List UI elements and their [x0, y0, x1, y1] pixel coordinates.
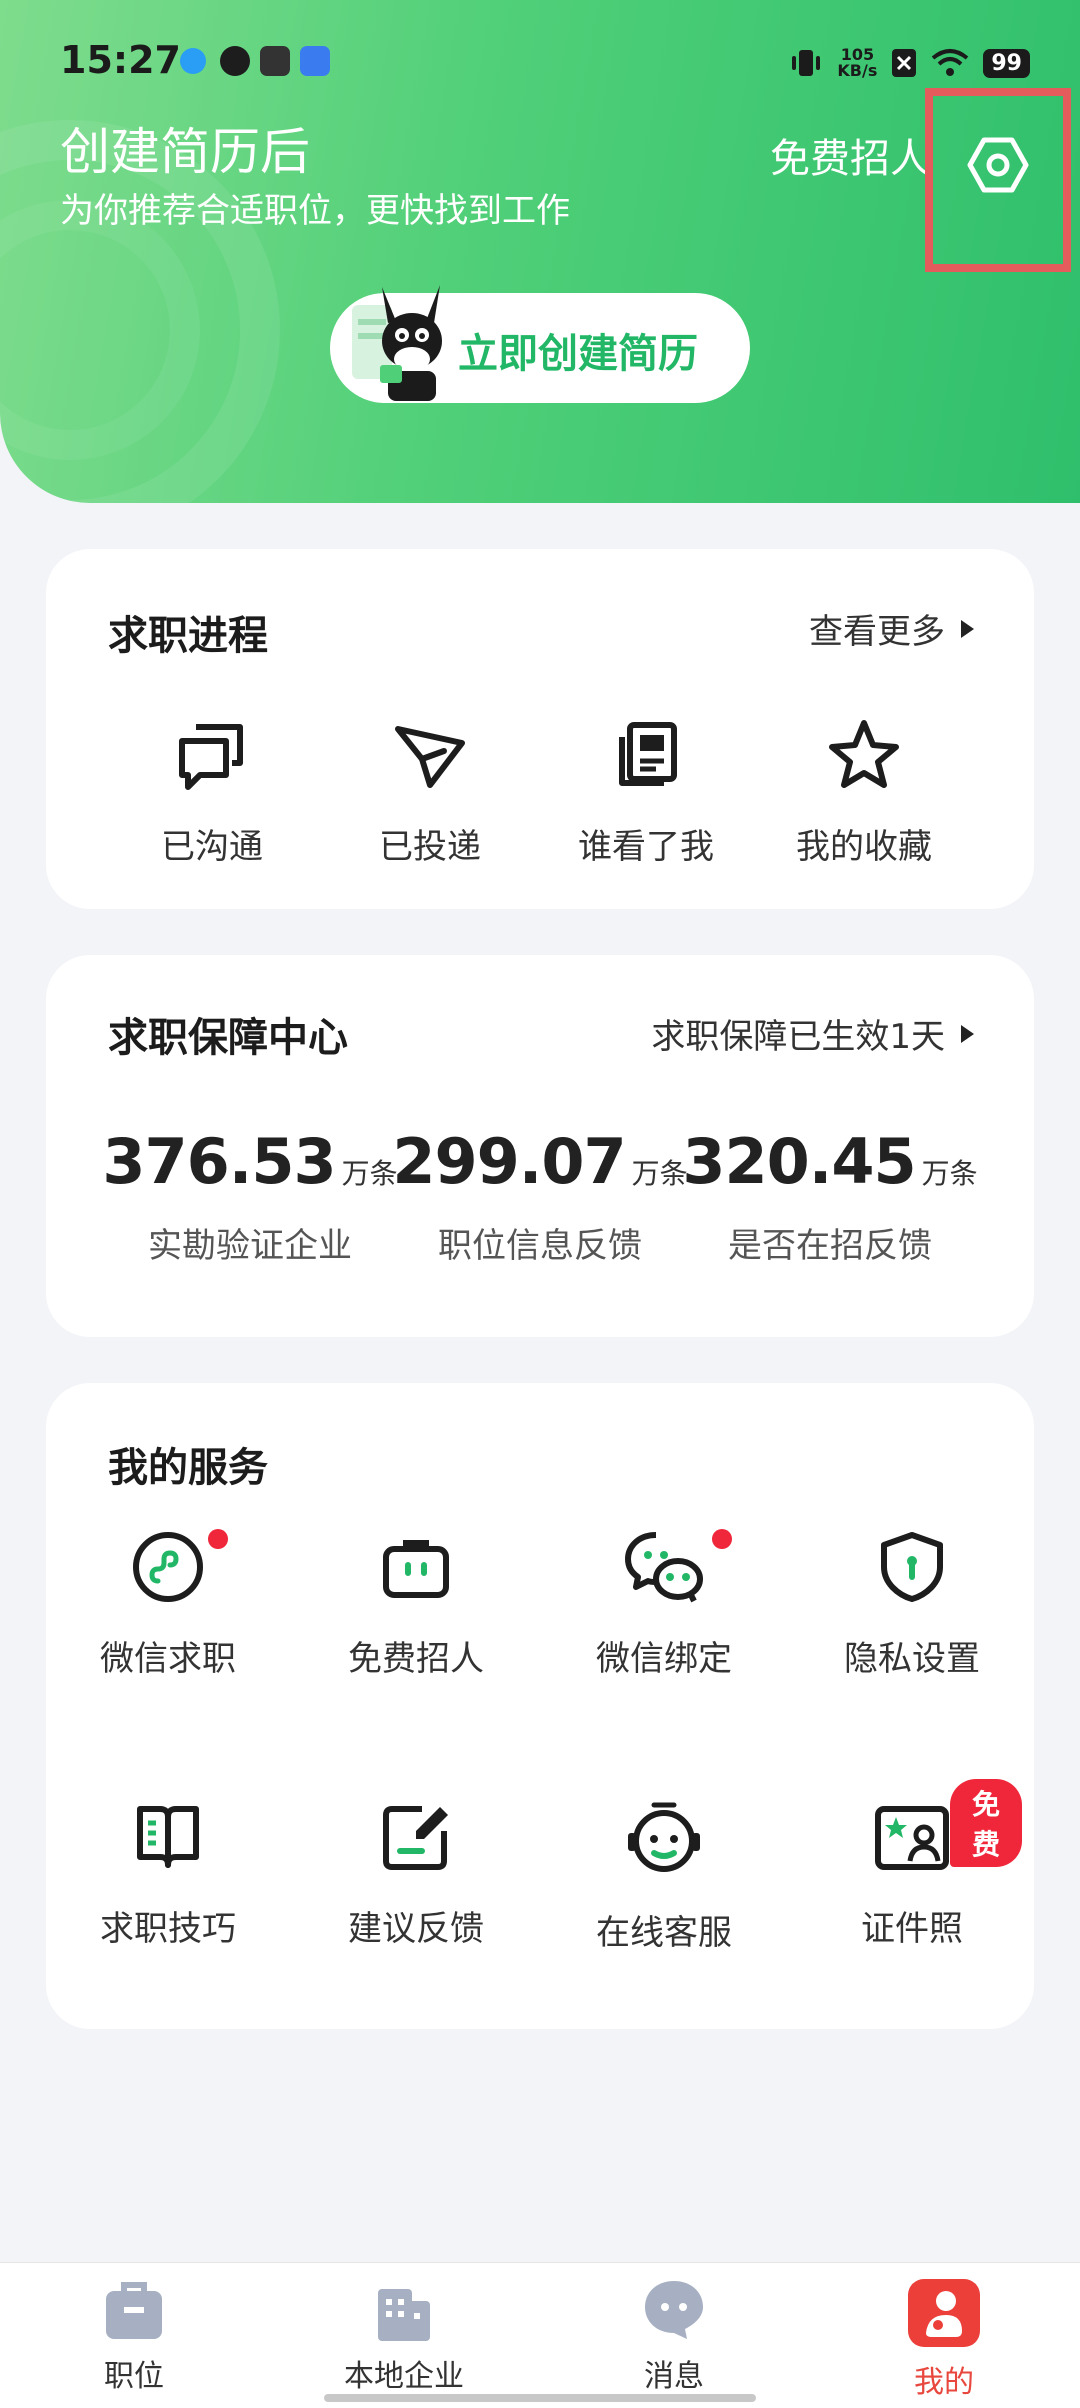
stat-value: 320.45 — [682, 1125, 916, 1198]
nav-label: 我的 — [914, 2365, 974, 2400]
profile-icon — [908, 2279, 980, 2347]
status-indicators: 105 KB/s 99 — [789, 38, 1030, 88]
notification-dot — [208, 1529, 228, 1549]
service-wechat-bind[interactable]: 微信绑定 — [554, 1529, 774, 1680]
stat-value: 376.53 — [102, 1125, 336, 1198]
create-resume-button[interactable]: 立即创建简历 — [330, 285, 750, 403]
service-label: 隐私设置 — [844, 1639, 980, 1679]
service-online-support[interactable]: 在线客服 — [554, 1799, 774, 1954]
book-icon — [137, 1806, 199, 1868]
progress-item-label: 已投递 — [379, 827, 481, 867]
chat-bubbles-icon — [179, 724, 243, 790]
service-wechat-job[interactable]: 微信求职 — [58, 1529, 278, 1680]
free-badge: 免费 — [950, 1779, 1022, 1867]
my-services-card: 我的服务 微信求职 免费招人 微信绑定 隐私设置 求职技巧 建议反馈 在线客服 … — [46, 1383, 1034, 2029]
nav-item-jobs[interactable]: 职位 — [34, 2277, 234, 2395]
stat-unit: 万条 — [921, 1157, 978, 1190]
settings-hexagon-icon — [967, 137, 1029, 193]
progress-item-delivered[interactable]: 已投递 — [330, 717, 530, 868]
notification-app-icon — [300, 46, 330, 76]
header-title: 创建简历后 — [60, 123, 310, 181]
notification-app-icon — [180, 48, 206, 74]
service-free-recruit[interactable]: 免费招人 — [306, 1529, 526, 1680]
stat-job-feedback: 299.07 万条 职位信息反馈 — [390, 1125, 690, 1267]
service-label: 微信绑定 — [596, 1639, 732, 1679]
service-label: 微信求职 — [100, 1639, 236, 1679]
free-recruit-link[interactable]: 免费招人 — [770, 126, 930, 184]
arrow-right-icon — [961, 1024, 974, 1043]
stat-label: 是否在招反馈 — [728, 1226, 932, 1266]
service-label: 在线客服 — [596, 1913, 732, 1953]
home-indicator[interactable] — [324, 2394, 756, 2402]
job-guarantee-title: 求职保障中心 — [108, 1015, 348, 1061]
edit-icon — [383, 1806, 448, 1870]
my-services-title: 我的服务 — [108, 1445, 268, 1491]
service-job-tips[interactable]: 求职技巧 — [58, 1799, 278, 1950]
settings-button[interactable] — [925, 88, 1071, 272]
shield-icon — [881, 1532, 943, 1602]
service-label: 免费招人 — [348, 1639, 484, 1679]
status-time: 15:27 — [60, 38, 181, 82]
notification-app-icon — [220, 46, 250, 76]
building-icon — [378, 2289, 430, 2341]
guarantee-status-link[interactable]: 求职保障已生效1天 — [651, 1009, 974, 1058]
stat-value: 299.07 — [392, 1125, 626, 1198]
briefcase-icon — [106, 2282, 162, 2339]
nav-item-local-companies[interactable]: 本地企业 — [304, 2277, 504, 2395]
id-photo-icon — [875, 1806, 949, 1870]
guarantee-status-label: 求职保障已生效1天 — [651, 1017, 945, 1057]
progress-item-viewed-me[interactable]: 谁看了我 — [546, 717, 746, 868]
notification-app-icon — [260, 46, 290, 76]
paper-plane-icon — [395, 726, 465, 788]
message-icon — [645, 2281, 703, 2339]
header-subtitle: 为你推荐合适职位，更快找到工作 — [60, 191, 570, 231]
nav-label: 职位 — [104, 2359, 164, 2394]
bottom-navigation: 职位 本地企业 消息 我的 — [0, 2262, 1080, 2408]
nav-label: 本地企业 — [344, 2359, 464, 2394]
network-speed: 105 KB/s — [837, 47, 877, 79]
network-speed-unit: KB/s — [837, 61, 878, 80]
service-privacy-settings[interactable]: 隐私设置 — [802, 1529, 1022, 1680]
service-id-photo[interactable]: 免费 证件照 — [802, 1779, 1022, 1950]
profile-header: 15:27 105 KB/s 99 创建简历后 为你推荐合适职位，更快找到工作 … — [0, 0, 1080, 503]
notification-dot — [712, 1529, 732, 1549]
briefcase-face-icon — [383, 1540, 449, 1598]
arrow-right-icon — [961, 619, 974, 638]
status-bar: 15:27 105 KB/s 99 — [60, 38, 1030, 88]
battery-indicator: 99 — [983, 48, 1030, 78]
nav-item-messages[interactable]: 消息 — [574, 2277, 774, 2395]
progress-item-label: 已沟通 — [161, 827, 263, 867]
view-more-link[interactable]: 查看更多 — [809, 604, 974, 653]
headset-icon — [628, 1802, 700, 1872]
service-label: 求职技巧 — [100, 1909, 236, 1949]
sim-off-icon — [892, 49, 917, 77]
vibrate-icon — [792, 50, 821, 76]
stat-label: 职位信息反馈 — [438, 1226, 642, 1266]
nav-item-me[interactable]: 我的 — [844, 2277, 1044, 2401]
service-label: 证件照 — [861, 1909, 963, 1949]
progress-item-label: 我的收藏 — [796, 827, 932, 867]
stat-verified-companies: 376.53 万条 实勘验证企业 — [100, 1125, 400, 1267]
job-guarantee-card: 求职保障中心 求职保障已生效1天 376.53 万条 实勘验证企业 299.07 万… — [46, 955, 1034, 1337]
document-icon — [619, 722, 677, 786]
stat-label: 实勘验证企业 — [148, 1226, 352, 1266]
mini-program-icon — [133, 1532, 203, 1602]
wifi-icon — [932, 49, 969, 76]
view-more-label: 查看更多 — [809, 612, 945, 652]
donkey-mascot-icon — [352, 285, 442, 401]
nav-label: 消息 — [644, 2359, 704, 2394]
service-feedback[interactable]: 建议反馈 — [306, 1799, 526, 1950]
create-resume-label: 立即创建简历 — [458, 331, 698, 377]
progress-item-favorites[interactable]: 我的收藏 — [764, 717, 964, 868]
star-icon — [829, 720, 899, 788]
progress-item-contacted[interactable]: 已沟通 — [112, 717, 312, 868]
service-label: 建议反馈 — [348, 1909, 484, 1949]
wechat-icon — [625, 1532, 703, 1603]
job-progress-title: 求职进程 — [108, 613, 268, 659]
stat-hiring-feedback: 320.45 万条 是否在招反馈 — [680, 1125, 980, 1267]
progress-item-label: 谁看了我 — [578, 827, 714, 867]
job-progress-card: 求职进程 查看更多 已沟通 已投递 谁看了我 我的收藏 — [46, 549, 1034, 909]
